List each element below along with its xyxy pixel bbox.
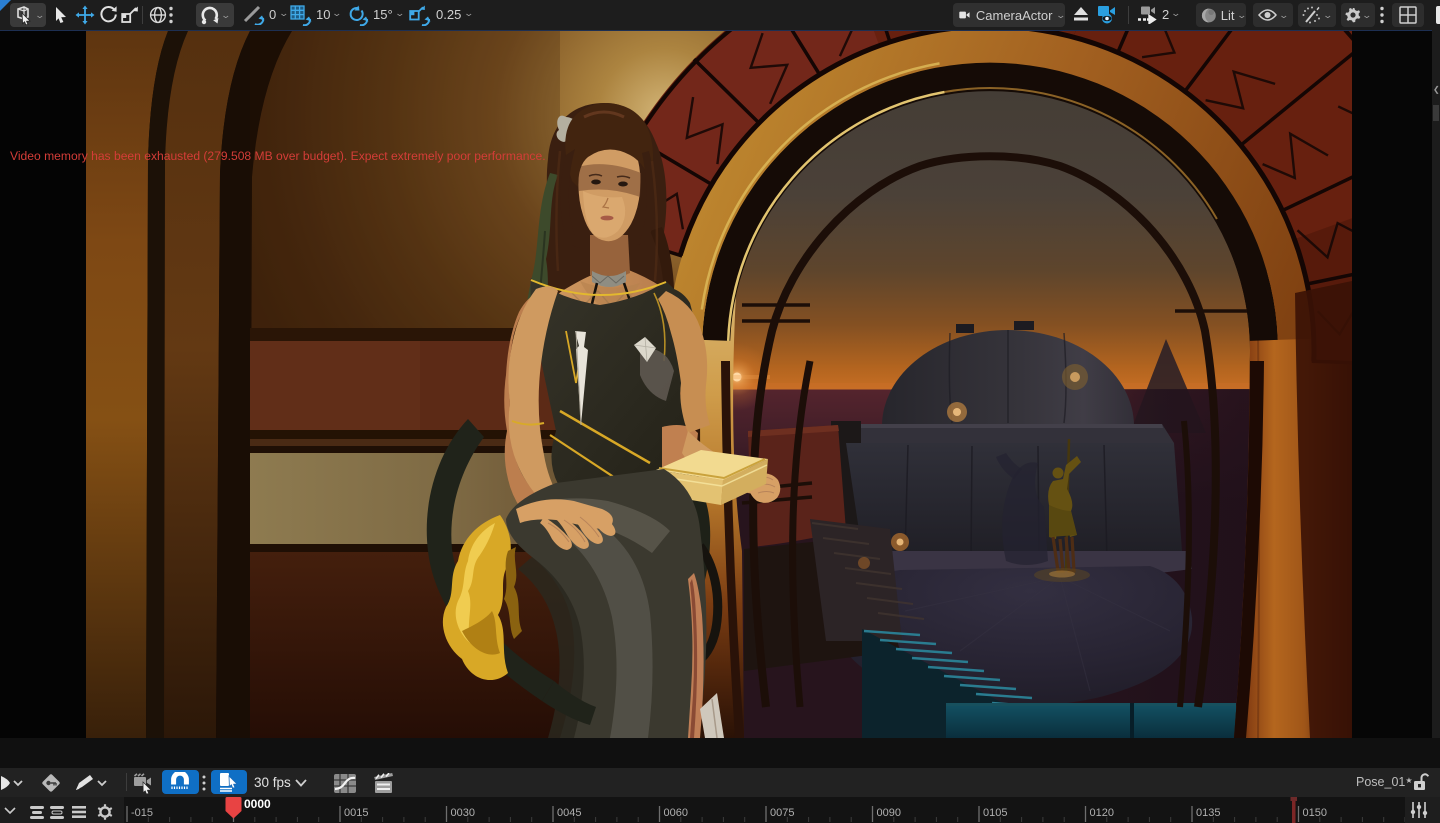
svg-text:0135: 0135: [1196, 807, 1220, 819]
svg-text:0075: 0075: [770, 807, 794, 819]
svg-text:Video memory has been exhauste: Video memory has been exhausted (279.508…: [10, 149, 546, 163]
svg-text:0105: 0105: [983, 807, 1007, 819]
svg-text:0015: 0015: [344, 807, 368, 819]
svg-text:0045: 0045: [557, 807, 581, 819]
svg-text:-015: -015: [131, 807, 153, 819]
svg-text:0060: 0060: [664, 807, 688, 819]
svg-text:0030: 0030: [451, 807, 475, 819]
svg-text:0000: 0000: [244, 797, 271, 811]
svg-text:0150: 0150: [1303, 807, 1327, 819]
svg-text:0120: 0120: [1090, 807, 1114, 819]
svg-text:0090: 0090: [877, 807, 901, 819]
